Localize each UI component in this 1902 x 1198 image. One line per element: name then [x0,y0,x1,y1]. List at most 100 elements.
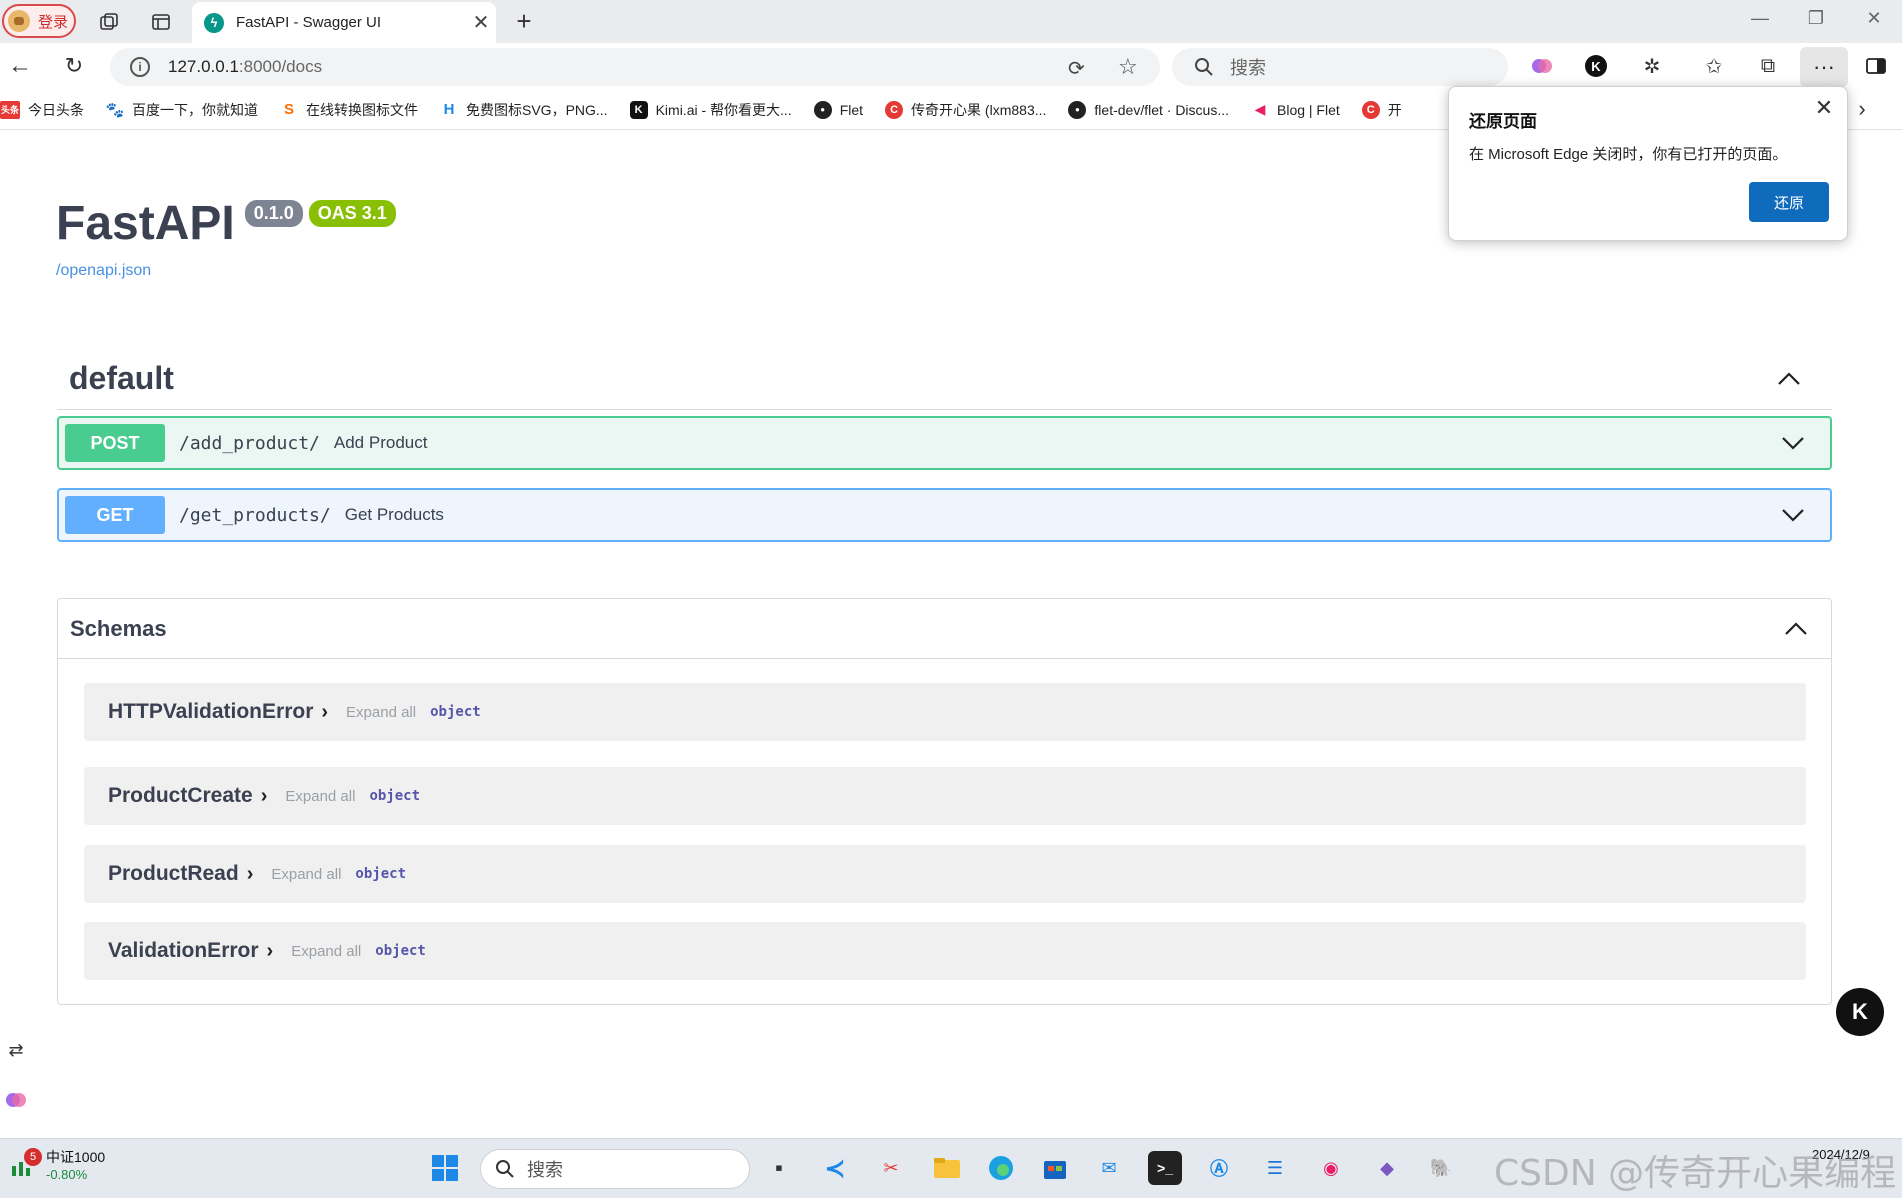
kimi-float-icon[interactable]: K [1836,988,1884,1036]
vscode-icon[interactable]: ≺ [818,1151,852,1185]
model-type: object [355,866,406,882]
model-name[interactable]: ProductCreate [108,784,253,808]
chevron-up-icon[interactable] [1774,364,1804,394]
bookmarks-overflow-chevron-icon[interactable]: › [1850,96,1874,122]
search-input[interactable]: 搜索 [1172,48,1508,86]
more-menu-icon[interactable]: ··· [1800,47,1848,87]
schemas-header[interactable]: Schemas [58,599,1831,659]
sidebar-toggle-icon[interactable] [1862,53,1890,79]
bookmark-free-icons[interactable]: H 免费图标SVG，PNG... [440,100,608,120]
search-icon [496,1160,514,1178]
schemas-section: Schemas HTTPValidationError › Expand all… [57,598,1832,1005]
bookmark-csdn-profile[interactable]: C 传奇开心果 (lxm883... [885,100,1046,120]
expand-all-link[interactable]: Expand all [291,943,361,960]
camera-icon[interactable]: ◉ [1314,1151,1348,1185]
bookmark-label: 百度一下，你就知道 [132,101,258,118]
model-productcreate[interactable]: ProductCreate › Expand all object [84,767,1806,825]
operation-add-product[interactable]: POST /add_product/ Add Product [57,416,1832,470]
chevron-right-icon[interactable]: › [261,785,268,808]
bookmark-label: 今日头条 [28,101,84,118]
chevron-down-icon[interactable] [1778,500,1808,530]
login-label: 登录 [38,13,69,31]
favorites-icon[interactable]: ✩ [1700,53,1728,79]
bookmark-convert-icons[interactable]: S 在线转换图标文件 [280,100,418,120]
collections-icon[interactable]: ⧉ [1754,53,1782,79]
copilot-brain-icon[interactable] [1528,53,1556,79]
taskbar-search-input[interactable]: 搜索 [480,1149,750,1189]
operation-get-products[interactable]: GET /get_products/ Get Products [57,488,1832,542]
tab-fastapi[interactable]: ϟ FastAPI - Swagger UI ✕ [192,2,496,43]
kimi-extension-icon[interactable]: K [1582,53,1610,79]
restore-button[interactable]: 还原 [1749,182,1829,222]
snipping-tool-icon[interactable]: ✂ [874,1151,908,1185]
model-name[interactable]: HTTPValidationError [108,700,313,724]
expand-all-link[interactable]: Expand all [346,704,416,721]
terminal-icon[interactable]: >_ [1148,1151,1182,1185]
model-productread[interactable]: ProductRead › Expand all object [84,845,1806,903]
translate-float-icon[interactable]: ⇄ [0,1030,32,1070]
chevron-right-icon[interactable]: › [247,863,254,886]
bookmark-flet-discussions[interactable]: ● flet-dev/flet · Discus... [1068,100,1229,119]
model-type: object [375,943,426,959]
csdn-watermark: CSDN @传奇开心果编程 [1494,1153,1897,1194]
file-explorer-icon[interactable] [930,1151,964,1185]
bookmark-csdn[interactable]: C 开 [1361,100,1402,120]
vertical-tabs-icon[interactable] [148,10,174,34]
chevron-right-icon[interactable]: › [321,701,328,724]
visual-studio-icon[interactable]: ◆ [1370,1151,1404,1185]
bookmark-flet-blog[interactable]: ◀ Blog | Flet [1251,101,1340,119]
stock-badge: 5 [24,1147,42,1166]
model-name[interactable]: ProductRead [108,862,239,886]
restore-pages-popup: 还原页面 ✕ 在 Microsoft Edge 关闭时，你有已打开的页面。 还原 [1448,86,1848,241]
workspaces-icon[interactable] [96,10,122,34]
edge-browser-icon[interactable] [984,1151,1018,1185]
bookmark-baidu[interactable]: 🐾 百度一下，你就知道 [106,100,258,120]
favorite-star-icon[interactable]: ☆ [1118,54,1138,80]
bookmark-toutiao[interactable]: 头条 今日头条 [0,100,84,120]
expand-all-link[interactable]: Expand all [285,788,355,805]
csdn-icon: C [885,100,904,119]
app-store-icon[interactable]: Ⓐ [1202,1151,1236,1185]
flet-icon: ◀ [1254,101,1266,117]
login-button[interactable]: 登录 [2,4,76,38]
model-validationerror[interactable]: ValidationError › Expand all object [84,922,1806,980]
model-httpvalidationerror[interactable]: HTTPValidationError › Expand all object [84,683,1806,741]
mail-icon[interactable]: ✉ [1092,1151,1126,1185]
tag-default-header[interactable]: default [57,348,1832,410]
close-icon[interactable]: ✕ [1811,95,1837,121]
iconfont-icon: H [443,101,455,118]
bookmark-flet[interactable]: ● Flet [813,100,863,119]
back-icon[interactable]: ← [6,52,34,79]
read-aloud-icon[interactable]: ⟳ [1068,56,1085,81]
restore-window-icon[interactable]: ❐ [1796,8,1836,29]
bookmark-kimi[interactable]: K Kimi.ai - 帮你看更大... [629,100,792,120]
model-name[interactable]: ValidationError [108,939,259,963]
minimize-icon[interactable]: — [1740,8,1780,29]
openapi-json-link[interactable]: /openapi.json [56,262,151,280]
expand-all-link[interactable]: Expand all [271,866,341,883]
site-info-icon[interactable]: i [130,57,150,77]
oas-badge: OAS 3.1 [308,200,396,227]
close-tab-icon[interactable]: ✕ [466,10,496,35]
url-field[interactable]: i 127.0.0.1:8000/docs ⟳ ☆ [110,48,1160,86]
github-icon: ● [1068,100,1087,119]
version-badge: 0.1.0 [244,200,303,227]
chevron-right-icon[interactable]: › [267,940,274,963]
refresh-icon[interactable]: ↻ [60,53,88,79]
close-window-icon[interactable]: ✕ [1854,8,1894,29]
notepad-icon[interactable]: ☰ [1258,1151,1292,1185]
method-badge-get: GET [65,496,165,534]
new-tab-icon[interactable]: + [510,6,538,36]
stock-widget[interactable]: 5 中证1000 -0.80% [10,1147,105,1182]
postgresql-icon[interactable]: 🐘 [1424,1151,1458,1185]
csdn-icon: C [1361,100,1380,119]
microsoft-store-icon[interactable] [1038,1151,1072,1185]
chevron-up-icon[interactable] [1781,614,1811,644]
chevron-down-icon[interactable] [1778,428,1808,458]
task-view-icon[interactable]: ▪ [762,1151,796,1185]
windows-start-icon[interactable] [428,1151,462,1185]
extensions-puzzle-icon[interactable]: ✲ [1638,53,1666,79]
copilot-float-icon[interactable] [0,1080,32,1120]
bookmark-label: flet-dev/flet · Discus... [1094,101,1229,118]
method-badge-post: POST [65,424,165,462]
